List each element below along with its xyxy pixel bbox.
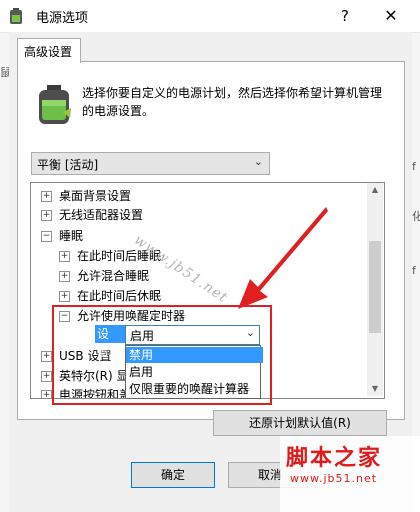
tree-item-sleep[interactable]: − 睡眠 xyxy=(41,227,83,245)
scroll-up-icon[interactable]: ▲ xyxy=(367,183,383,197)
expand-icon[interactable]: + xyxy=(59,291,70,302)
description-text: 选择你要自定义的电源计划，然后选择你希望计算机管理的电源设置。 xyxy=(82,86,383,118)
expand-icon[interactable]: + xyxy=(41,371,52,382)
tab-label: 高级设置 xyxy=(24,45,73,59)
scroll-down-icon[interactable]: ▼ xyxy=(367,382,383,396)
battery-icon xyxy=(37,82,71,126)
tree-item-label: 睡眠 xyxy=(59,229,84,243)
close-button[interactable]: ✕ xyxy=(374,2,408,30)
tree-item-hibernate-after[interactable]: + 在此时间后休眠 xyxy=(59,287,161,305)
tree-item-label: 在此时间后休眠 xyxy=(77,289,162,303)
annotation-highlight-box xyxy=(52,305,272,405)
ok-button[interactable]: 确定 xyxy=(131,462,215,488)
tree-item-hybrid-sleep[interactable]: + 允许混合睡眠 xyxy=(59,267,149,285)
background-text-fragment: 化 xyxy=(412,210,420,223)
collapse-icon[interactable]: − xyxy=(41,231,52,242)
tab-advanced-settings[interactable]: 高级设置 xyxy=(17,38,81,63)
window-title: 电源选项 xyxy=(36,11,89,26)
expand-icon[interactable]: + xyxy=(41,390,52,398)
expand-icon[interactable]: + xyxy=(41,210,52,221)
tree-scrollbar[interactable]: ▲ ▼ xyxy=(367,183,383,396)
tree-item-label: 允许混合睡眠 xyxy=(77,269,150,283)
brand-url-watermark: www.jb51.net xyxy=(290,472,378,485)
expand-icon[interactable]: + xyxy=(41,191,52,202)
scrollbar-thumb[interactable] xyxy=(369,241,381,333)
background-text-fragment: f xyxy=(412,264,416,277)
expand-icon[interactable]: + xyxy=(59,271,70,282)
power-plan-value: 平衡 [活动] xyxy=(37,158,99,172)
background-text-fragment: f xyxy=(412,160,416,173)
brand-watermark: 脚本之家 xyxy=(286,445,383,471)
expand-icon[interactable]: + xyxy=(41,351,52,362)
help-button[interactable]: ? xyxy=(330,2,360,30)
power-plan-select[interactable]: 平衡 [活动] ⌄ xyxy=(31,152,270,175)
tree-item-desktop-background[interactable]: + 桌面背景设置 xyxy=(41,187,131,205)
tree-item-wireless-adapter[interactable]: + 无线适配器设置 xyxy=(41,206,143,224)
tree-item-label: 桌面背景设置 xyxy=(59,189,132,203)
expand-icon[interactable]: + xyxy=(59,251,70,262)
annotation-arrow-icon xyxy=(230,205,330,315)
tree-item-label: 无线适配器设置 xyxy=(59,208,144,222)
chevron-down-icon: ⌄ xyxy=(253,155,263,168)
restore-defaults-button[interactable]: 还原计划默认值(R) xyxy=(213,410,387,436)
power-options-icon xyxy=(9,8,23,24)
